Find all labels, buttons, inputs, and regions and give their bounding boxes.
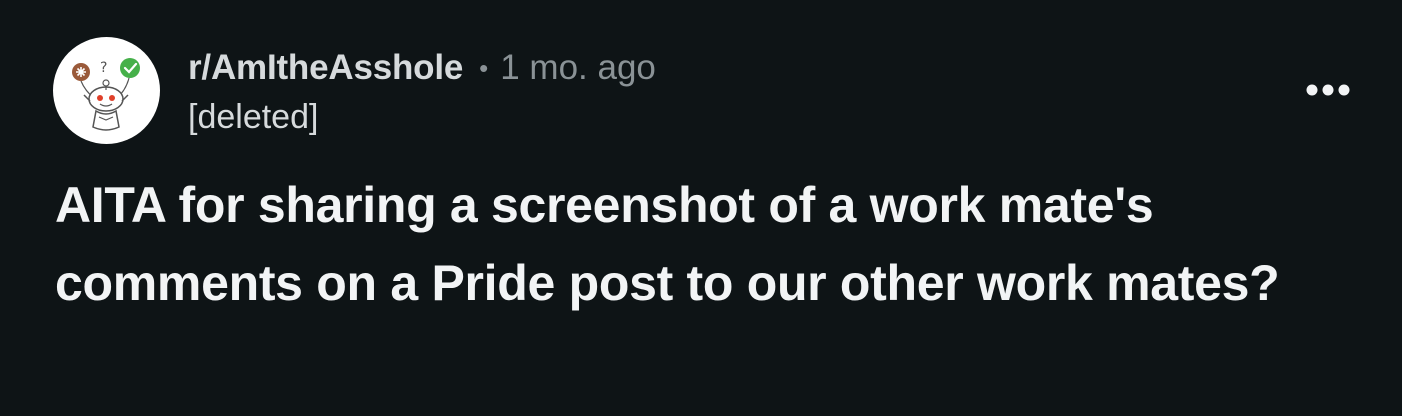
snoo-avatar-icon: ? [72,58,140,131]
svg-text:?: ? [100,60,107,76]
post-timestamp: 1 mo. ago [500,48,656,87]
post-meta: r/AmItheAsshole • 1 mo. ago [188,44,656,92]
more-options-button[interactable] [1300,72,1356,108]
post-author[interactable]: [deleted] [188,98,318,137]
subreddit-link[interactable]: r/AmItheAsshole [188,48,463,88]
more-options-icon [1306,84,1350,96]
post-header: ? r/AmItheAsshole • 1 mo. ago [deleted] [0,0,1402,416]
post-title[interactable]: AITA for sharing a screenshot of a work … [55,166,1375,322]
subreddit-avatar[interactable]: ? [53,37,160,144]
meta-separator: • [479,52,489,83]
